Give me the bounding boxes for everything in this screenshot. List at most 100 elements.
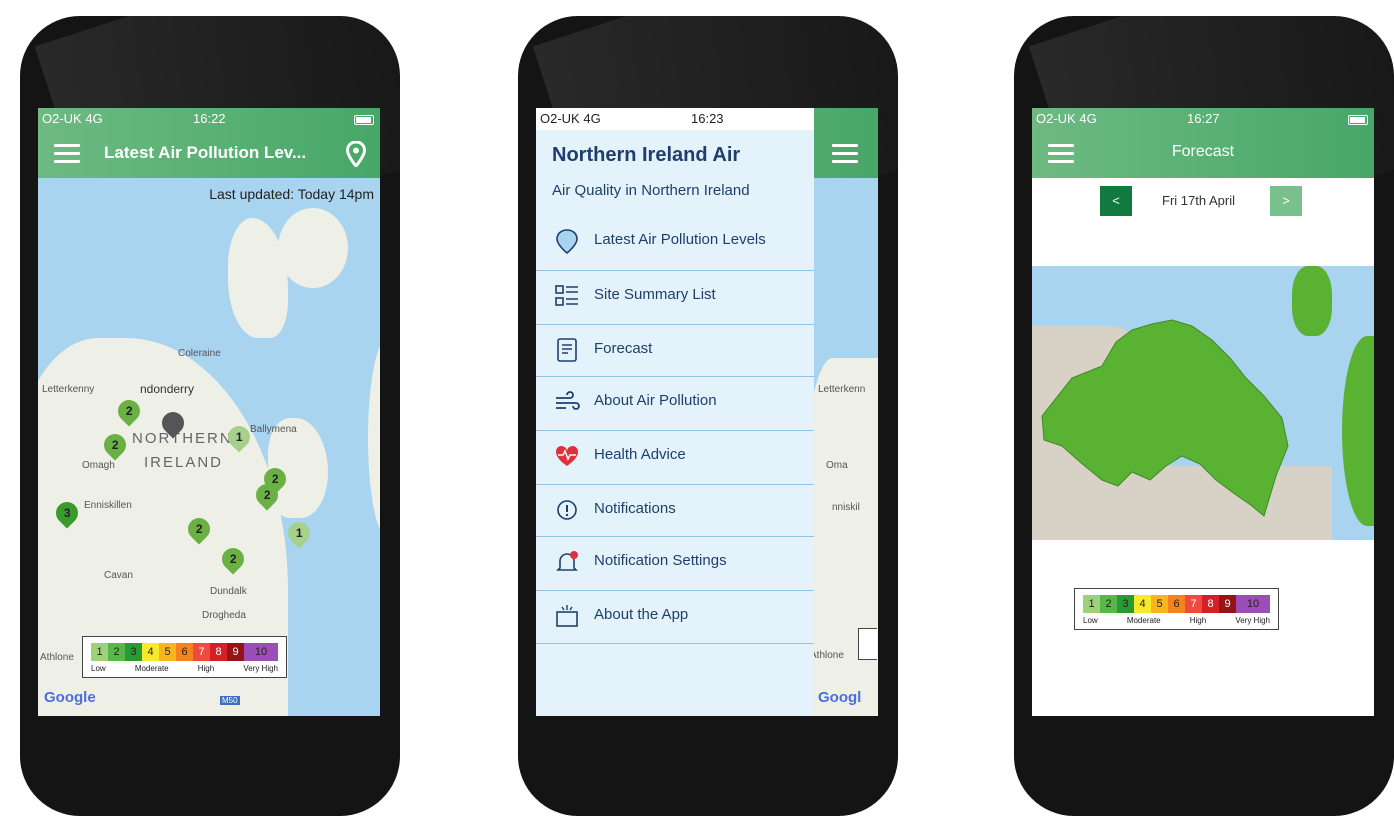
next-day-button[interactable]: >	[1270, 186, 1302, 216]
google-logo: Google	[44, 689, 96, 706]
drawer-title: Northern Ireland Air	[552, 144, 741, 166]
legend-level-cell: 4	[1134, 595, 1151, 613]
status-bar: O2-UK 4G 16:27	[1032, 108, 1374, 130]
status-bar: O2-UK 4G 16:22	[38, 108, 380, 130]
menu-item-forecast[interactable]: Forecast	[536, 324, 814, 377]
menu-item-about-app[interactable]: About the App	[536, 590, 814, 644]
legend-band-label: High	[1189, 616, 1207, 625]
menu-item-label: About the App	[594, 606, 689, 623]
place-label: Drogheda	[202, 610, 246, 621]
wind-icon	[556, 391, 580, 410]
menu-item-site-summary[interactable]: Site Summary List	[536, 270, 814, 323]
app-bar: Latest Air Pollution Lev...	[38, 130, 380, 178]
carrier-label: O2-UK 4G	[1036, 111, 1097, 126]
partial-legend	[858, 628, 877, 660]
menu-item-label: Health Advice	[594, 446, 686, 463]
legend-level-cell: 8	[1202, 595, 1219, 613]
place-label: Enniskillen	[84, 500, 132, 511]
legend-level-cell: 5	[1151, 595, 1168, 613]
carrier-label: O2-UK 4G	[540, 111, 601, 126]
menu-item-label: Notifications	[594, 500, 676, 517]
place-label: Athlone	[40, 652, 74, 663]
menu-item-about-pollution[interactable]: About Air Pollution	[536, 376, 814, 429]
phone-middle: Letterkenn Oma nniskil Athlone Googl O2-…	[518, 16, 898, 816]
legend-level-cell: 3	[1117, 595, 1134, 613]
menu-item-label: About Air Pollution	[594, 392, 717, 409]
legend-level-cell: 6	[176, 643, 193, 661]
phone-left: O2-UK 4G 16:22 Latest Air Pollution Lev.…	[20, 16, 400, 816]
legend-band-label: Moderate	[134, 664, 169, 673]
clock: 16:22	[193, 111, 226, 126]
battery-icon	[1348, 115, 1368, 125]
carrier-label: O2-UK 4G	[42, 111, 103, 126]
place-label: Letterkenn	[818, 384, 866, 395]
place-label: Omagh	[82, 460, 115, 471]
place-label: Oma	[826, 460, 848, 471]
legend-level-cell: 6	[1168, 595, 1185, 613]
legend-level-cell: 4	[142, 643, 159, 661]
place-label: Letterkenny	[42, 384, 95, 395]
menu-item-notification-settings[interactable]: Notification Settings	[536, 536, 814, 589]
place-label: Ballymena	[250, 424, 297, 435]
prev-day-button[interactable]: <	[1100, 186, 1132, 216]
place-label: NORTHERN	[132, 430, 233, 447]
clock: 16:23	[691, 111, 724, 126]
legend-band-label: Low	[1083, 616, 1098, 625]
legend-band-label: Very High	[1235, 616, 1270, 625]
place-label: nniskil	[832, 502, 860, 513]
northern-ireland-shape	[1041, 319, 1289, 517]
place-label: Dundalk	[210, 586, 247, 597]
page-title: Forecast	[1171, 143, 1235, 160]
menu-icon[interactable]	[832, 144, 858, 164]
menu-item-label: Site Summary List	[594, 286, 716, 303]
menu-item-label: Notification Settings	[594, 552, 727, 569]
map-screen: O2-UK 4G 16:22 Latest Air Pollution Lev.…	[38, 108, 380, 716]
map-pin-icon	[556, 229, 578, 254]
forecast-body: < Fri 17th April > 1 2 3 4 5 6 7 8 9 10 Low Moder…	[1032, 178, 1374, 716]
legend-level-cell: 10	[1236, 595, 1270, 613]
legend-level-cell: 10	[244, 643, 278, 661]
clock: 16:27	[1187, 111, 1220, 126]
battery-icon	[354, 115, 374, 125]
menu-item-latest-levels[interactable]: Latest Air Pollution Levels	[536, 216, 814, 268]
legend-level-cell: 5	[159, 643, 176, 661]
legend-band-label: Low	[91, 664, 106, 673]
legend-level-cell: 2	[108, 643, 125, 661]
pollution-map[interactable]: Last updated: Today 14pm Coleraine Lette…	[38, 178, 380, 716]
menu-item-health-advice[interactable]: Health Advice	[536, 430, 814, 483]
location-pin-icon[interactable]	[346, 141, 366, 167]
legend-level-cell: 1	[1083, 595, 1100, 613]
legend-band-label: Very High	[243, 664, 278, 673]
place-label: Coleraine	[178, 348, 221, 359]
forecast-map[interactable]	[1032, 266, 1374, 540]
legend-level-cell: 8	[210, 643, 227, 661]
legend-band-label: Moderate	[1126, 616, 1161, 625]
forecast-document-icon	[557, 338, 577, 362]
page-title: Latest Air Pollution Lev...	[104, 143, 307, 162]
forecast-date: Fri 17th April	[1162, 193, 1235, 208]
place-label: ndonderry	[140, 382, 195, 396]
menu-item-notifications[interactable]: Notifications	[536, 484, 814, 537]
alert-circle-icon	[557, 500, 577, 520]
heart-pulse-icon	[555, 445, 579, 466]
drawer-screen: Letterkenn Oma nniskil Athlone Googl O2-…	[536, 108, 878, 716]
bell-icon	[556, 551, 578, 571]
map-marker[interactable]: 1	[283, 517, 315, 549]
place-label: IRELAND	[144, 454, 224, 471]
place-label: Cavan	[104, 570, 133, 581]
google-logo: Googl	[818, 689, 862, 706]
road-label: M50	[220, 696, 240, 705]
legend-level-cell: 2	[1100, 595, 1117, 613]
legend-level-cell: 7	[1185, 595, 1202, 613]
menu-item-label: Latest Air Pollution Levels	[594, 231, 766, 248]
legend-level-cell: 3	[125, 643, 142, 661]
info-board-icon	[556, 605, 578, 627]
aqi-legend: 1 2 3 4 5 6 7 8 9 10 Low Moderate High Very High	[82, 636, 287, 678]
status-bar: O2-UK 4G 16:23	[536, 108, 814, 130]
phone-right: O2-UK 4G 16:27 Forecast < Fri 17th April…	[1014, 16, 1394, 816]
menu-icon[interactable]	[54, 144, 80, 164]
legend-level-cell: 1	[91, 643, 108, 661]
aqi-legend: 1 2 3 4 5 6 7 8 9 10 Low Moderate High Very High	[1074, 588, 1279, 630]
menu-item-label: Forecast	[594, 340, 653, 357]
legend-level-cell: 9	[227, 643, 244, 661]
